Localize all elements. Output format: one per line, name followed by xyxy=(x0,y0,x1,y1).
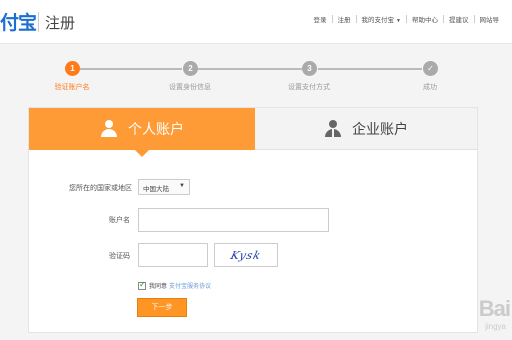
tab-personal-label: 个人账户 xyxy=(128,121,184,137)
nav-register-link[interactable]: 注册 xyxy=(333,14,356,24)
captcha-text: Kysk xyxy=(229,248,263,262)
logo-divider xyxy=(38,12,39,32)
agreement-row: 我同意 支付宝服务协议 xyxy=(138,280,211,290)
watermark: Bai jingya xyxy=(452,296,511,336)
step-2-label: 设置身份信息 xyxy=(169,84,211,91)
watermark-logo: Bai xyxy=(478,296,511,321)
top-header: 付宝 注册 登录 注册 我的支付宝 ▼ 帮助中心 提建议 网站导 xyxy=(0,0,512,44)
verification-code-input[interactable] xyxy=(138,243,208,267)
step-3-label: 设置支付方式 xyxy=(288,84,330,91)
top-nav: 登录 注册 我的支付宝 ▼ 帮助中心 提建议 网站导 xyxy=(309,14,504,24)
nav-login-link[interactable]: 登录 xyxy=(309,14,332,24)
agree-prefix: 我同意 xyxy=(149,284,168,290)
next-step-button[interactable]: 下一步 xyxy=(137,298,187,317)
region-label: 您所在的国家或地区 xyxy=(69,185,132,192)
agree-checkbox[interactable] xyxy=(138,280,146,290)
tab-company-account[interactable]: 企业账户 xyxy=(255,108,477,150)
step-connector xyxy=(78,68,182,70)
step-2-number: 2 xyxy=(183,61,198,76)
chevron-down-icon: ▼ xyxy=(396,18,401,24)
business-user-icon xyxy=(324,119,342,138)
registration-steps: 1 2 3 ✓ 验证账户名 设置身份信息 设置支付方式 成功 xyxy=(0,58,512,94)
nav-my-alipay-label: 我的支付宝 xyxy=(361,17,395,24)
user-icon xyxy=(100,120,118,138)
account-name-input[interactable] xyxy=(138,208,329,232)
nav-sitemap-link[interactable]: 网站导 xyxy=(475,14,505,24)
step-1-label: 验证账户名 xyxy=(54,84,90,91)
step-connector xyxy=(198,68,302,70)
nav-my-alipay-menu[interactable]: 我的支付宝 ▼ xyxy=(357,14,406,24)
page-title: 注册 xyxy=(45,15,76,32)
site-logo[interactable]: 付宝 xyxy=(0,8,37,35)
step-connector xyxy=(318,68,422,70)
step-4-label: 成功 xyxy=(423,84,437,91)
account-name-label: 账户名 xyxy=(109,217,130,224)
captcha-image[interactable]: Kysk xyxy=(214,243,278,267)
tab-personal-account[interactable]: 个人账户 xyxy=(29,108,255,157)
region-value: 中国大陆 xyxy=(143,186,169,193)
chevron-down-icon: ▼ xyxy=(179,183,185,189)
verification-code-label: 验证码 xyxy=(109,253,130,260)
watermark-subtext: jingya xyxy=(485,322,506,331)
nav-help-link[interactable]: 帮助中心 xyxy=(407,14,443,24)
region-select[interactable]: 中国大陆 ▼ xyxy=(138,179,190,195)
tab-company-label: 企业账户 xyxy=(352,120,408,137)
step-1-number: 1 xyxy=(65,61,80,76)
service-agreement-link[interactable]: 支付宝服务协议 xyxy=(169,281,211,290)
step-success-check-icon: ✓ xyxy=(423,61,438,76)
nav-feedback-link[interactable]: 提建议 xyxy=(444,14,474,24)
tab-pointer xyxy=(135,150,149,157)
step-3-number: 3 xyxy=(302,61,317,76)
